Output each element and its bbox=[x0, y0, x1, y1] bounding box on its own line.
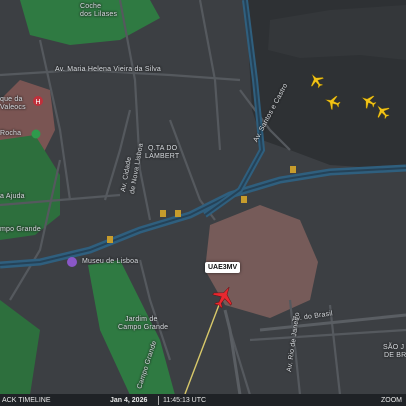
map-label: Coche bbox=[80, 3, 102, 10]
svg-text:H: H bbox=[35, 99, 40, 106]
map-label: SÃO J bbox=[383, 344, 405, 351]
map-label: Av. Maria Helena Vieira da Silva bbox=[55, 66, 162, 73]
map-label: Campo Grande bbox=[118, 324, 169, 331]
zoom-control[interactable]: ZOOM bbox=[381, 397, 402, 404]
map-label: Jardim de bbox=[125, 316, 158, 323]
timeline-label: ACK TIMELINE bbox=[2, 397, 51, 404]
map-label: dos Lilases bbox=[80, 11, 118, 18]
timeline-date: Jan 4, 2026 bbox=[110, 397, 148, 404]
map-label: DE BR bbox=[384, 352, 406, 359]
map-label: a Ajuda bbox=[0, 193, 25, 200]
map-canvas[interactable]: H bbox=[0, 0, 406, 406]
timeline-time: 11:45:13 UTC bbox=[163, 397, 207, 404]
map-label: Valeocs bbox=[0, 104, 26, 111]
map-label: mpo Grande bbox=[0, 226, 41, 233]
flight-callsign-tag[interactable]: UAE3MV bbox=[205, 262, 241, 273]
timeline-separator bbox=[158, 396, 159, 405]
flight-map-app: H Coche dos Lilases Av. Maria Helena Vie… bbox=[0, 0, 406, 406]
park-pin-icon[interactable] bbox=[31, 129, 41, 139]
map-label: Museu de Lisboa bbox=[82, 258, 139, 265]
map-label: Rocha bbox=[0, 130, 22, 137]
map-label: que da bbox=[0, 96, 23, 103]
playback-timeline-bar[interactable]: ACK TIMELINE Jan 4, 2026 11:45:13 UTC ZO… bbox=[0, 394, 406, 406]
map-label: LAMBERT bbox=[145, 153, 180, 160]
museum-pin-icon[interactable] bbox=[67, 257, 77, 267]
map-label: Q.TA DO bbox=[148, 145, 178, 152]
